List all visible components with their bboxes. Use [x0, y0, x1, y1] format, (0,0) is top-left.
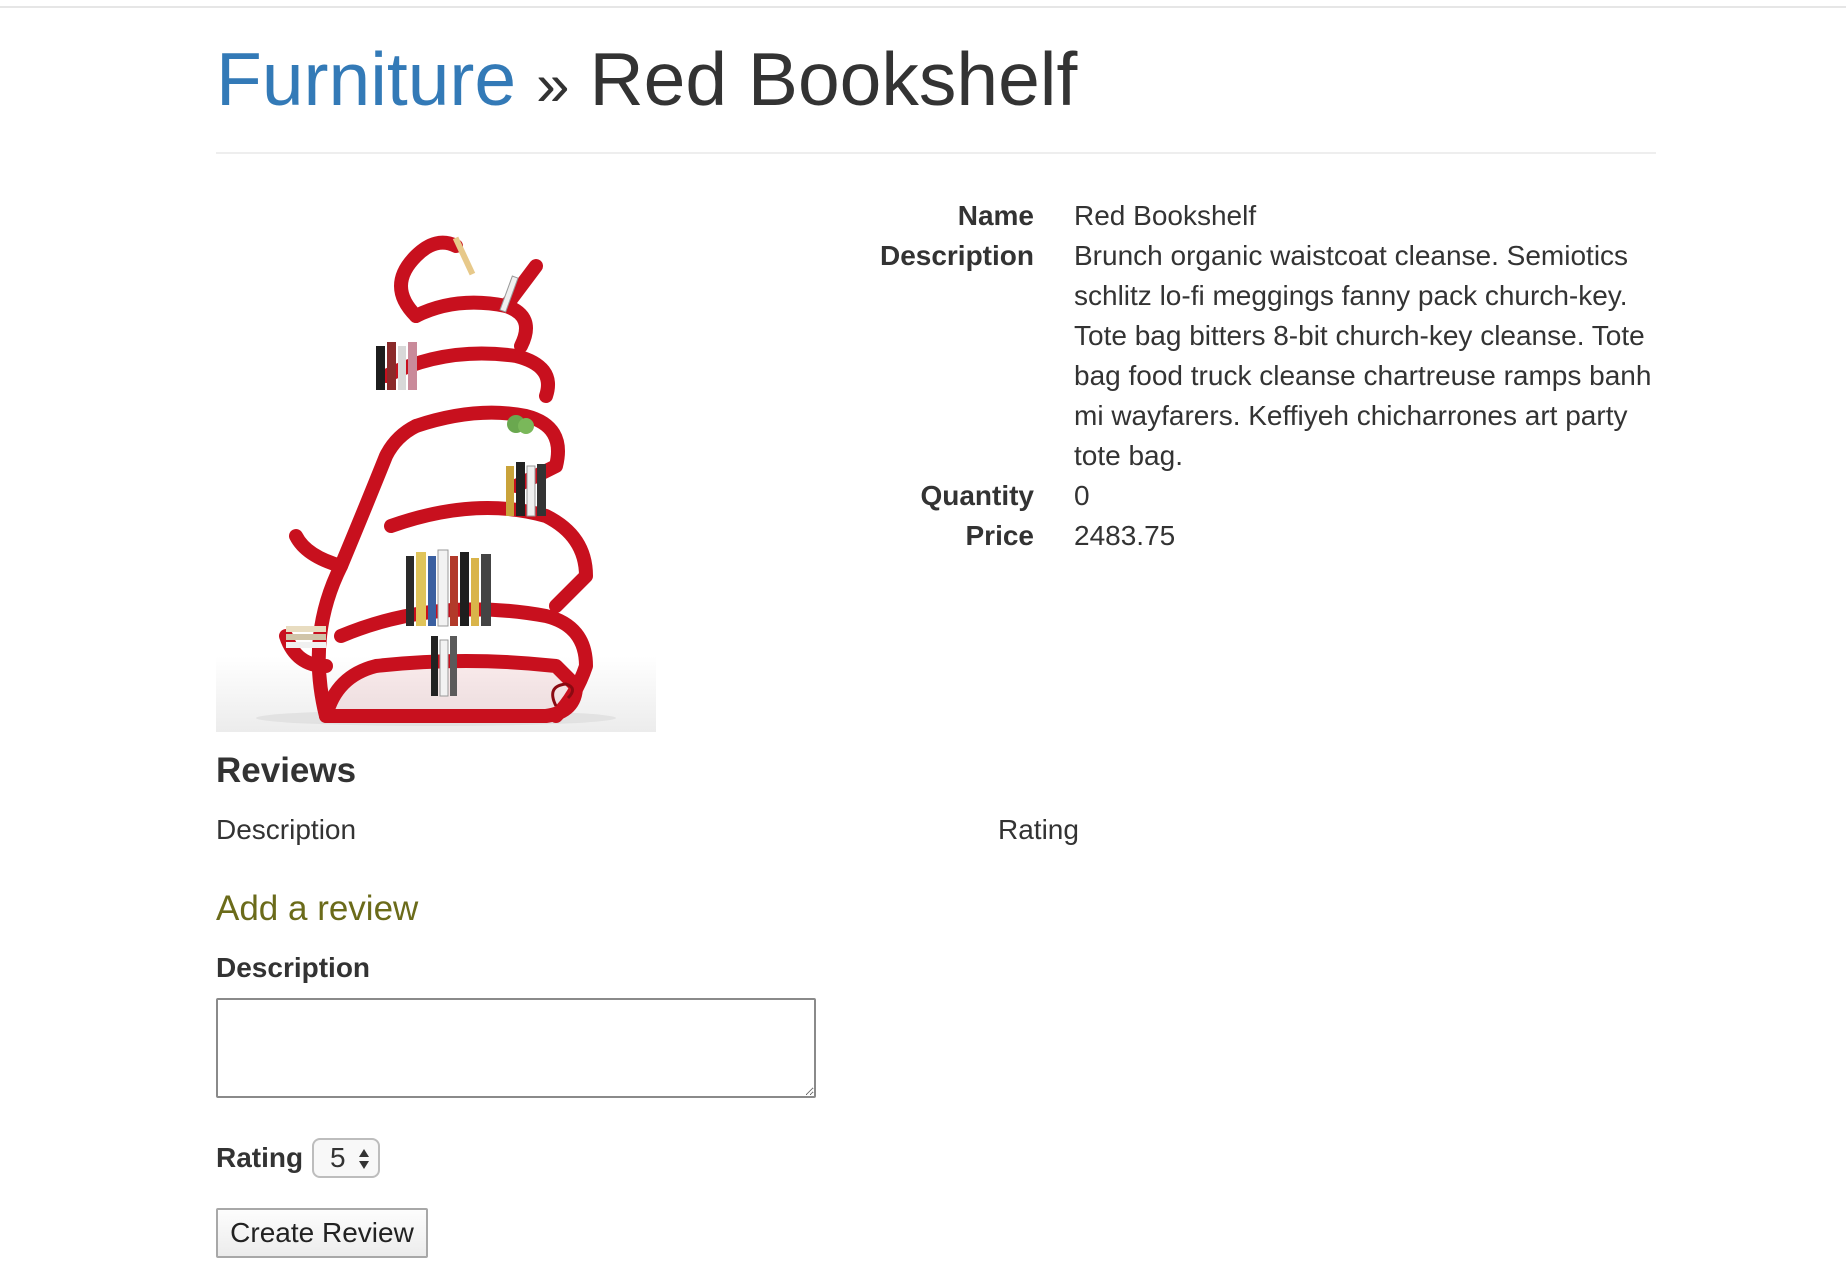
quantity-value: 0: [1074, 480, 1090, 511]
product-image: [216, 235, 656, 732]
create-review-button[interactable]: Create Review: [216, 1208, 428, 1258]
top-divider: [0, 6, 1846, 8]
add-review-heading: Add a review: [216, 889, 419, 928]
description-value: Brunch organic waistcoat cleanse. Semiot…: [1074, 240, 1652, 471]
name-value: Red Bookshelf: [1074, 200, 1257, 231]
price-value: 2483.75: [1074, 520, 1176, 551]
review-rating-label: Rating: [216, 1142, 304, 1173]
page-title: Furniture » Red Bookshelf: [216, 36, 1077, 128]
price-label: Price: [965, 520, 1035, 551]
select-updown-icon: [359, 1149, 369, 1169]
review-description-input[interactable]: [216, 998, 816, 1098]
detail-row-quantity: Quantity 0: [816, 476, 1656, 516]
description-label: Description: [879, 240, 1034, 271]
quantity-label: Quantity: [920, 480, 1034, 511]
detail-row-price: Price 2483.75: [816, 516, 1656, 556]
breadcrumb-current: Red Bookshelf: [589, 37, 1078, 121]
product-details: Name Red Bookshelf Description Brunch or…: [816, 196, 1656, 556]
detail-row-description: Description Brunch organic waistcoat cle…: [816, 236, 1656, 476]
reviews-column-rating: Rating: [998, 814, 1079, 845]
review-description-label: Description: [216, 952, 371, 983]
review-rating-select[interactable]: 5: [312, 1138, 380, 1178]
reviews-column-description: Description: [216, 814, 357, 845]
breadcrumb-separator: »: [536, 51, 570, 118]
detail-row-name: Name Red Bookshelf: [816, 196, 1656, 236]
name-label: Name: [957, 200, 1034, 231]
header-divider: [216, 152, 1656, 154]
rating-selected-value: 5: [330, 1142, 346, 1173]
breadcrumb-category-link[interactable]: Furniture: [216, 37, 516, 121]
reviews-heading: Reviews: [216, 751, 357, 790]
